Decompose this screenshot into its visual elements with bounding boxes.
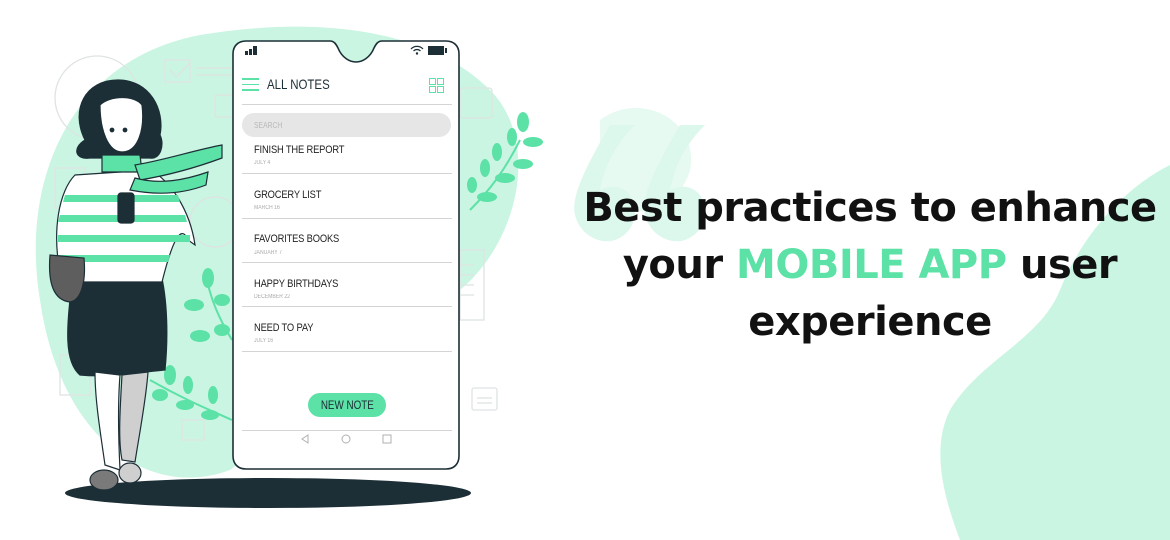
- note-title: GROCERY LIST: [254, 189, 322, 201]
- headline-line-2-post: user: [1006, 242, 1118, 288]
- headline-line-2-pre: your: [622, 242, 737, 288]
- headline-line-3: experience: [748, 299, 992, 345]
- home-icon[interactable]: [341, 434, 351, 444]
- recents-icon[interactable]: [382, 434, 392, 444]
- note-date: DECEMBER 22: [254, 294, 291, 300]
- nav-divider: [242, 430, 452, 431]
- note-divider: [242, 351, 452, 352]
- headline-accent: MOBILE APP: [736, 242, 1007, 288]
- new-note-label: NEW NOTE: [320, 398, 374, 412]
- note-title: HAPPY BIRTHDAYS: [254, 278, 339, 290]
- new-note-button[interactable]: NEW NOTE: [308, 393, 386, 417]
- headline-line-1: Best practices to enhance: [583, 185, 1157, 231]
- note-title: NEED TO PAY: [254, 322, 314, 334]
- note-divider: [242, 173, 452, 174]
- note-title: FAVORITES BOOKS: [254, 233, 340, 245]
- phone-mockup: ALL NOTES SEARCH FINISH THE REPORT JULY …: [232, 40, 460, 470]
- note-date: JANUARY 7: [254, 250, 282, 256]
- note-date: JULY 4: [254, 160, 271, 166]
- note-divider: [242, 306, 452, 307]
- note-date: MARCH 16: [254, 205, 280, 211]
- headline-line-2: your MOBILE APP user: [560, 237, 1170, 294]
- note-date: JULY 16: [254, 338, 274, 344]
- headline: Best practices to enhance your MOBILE AP…: [560, 180, 1170, 351]
- note-divider: [242, 262, 452, 263]
- note-title: FINISH THE REPORT: [254, 144, 345, 156]
- note-divider: [242, 218, 452, 219]
- back-icon[interactable]: [300, 434, 310, 444]
